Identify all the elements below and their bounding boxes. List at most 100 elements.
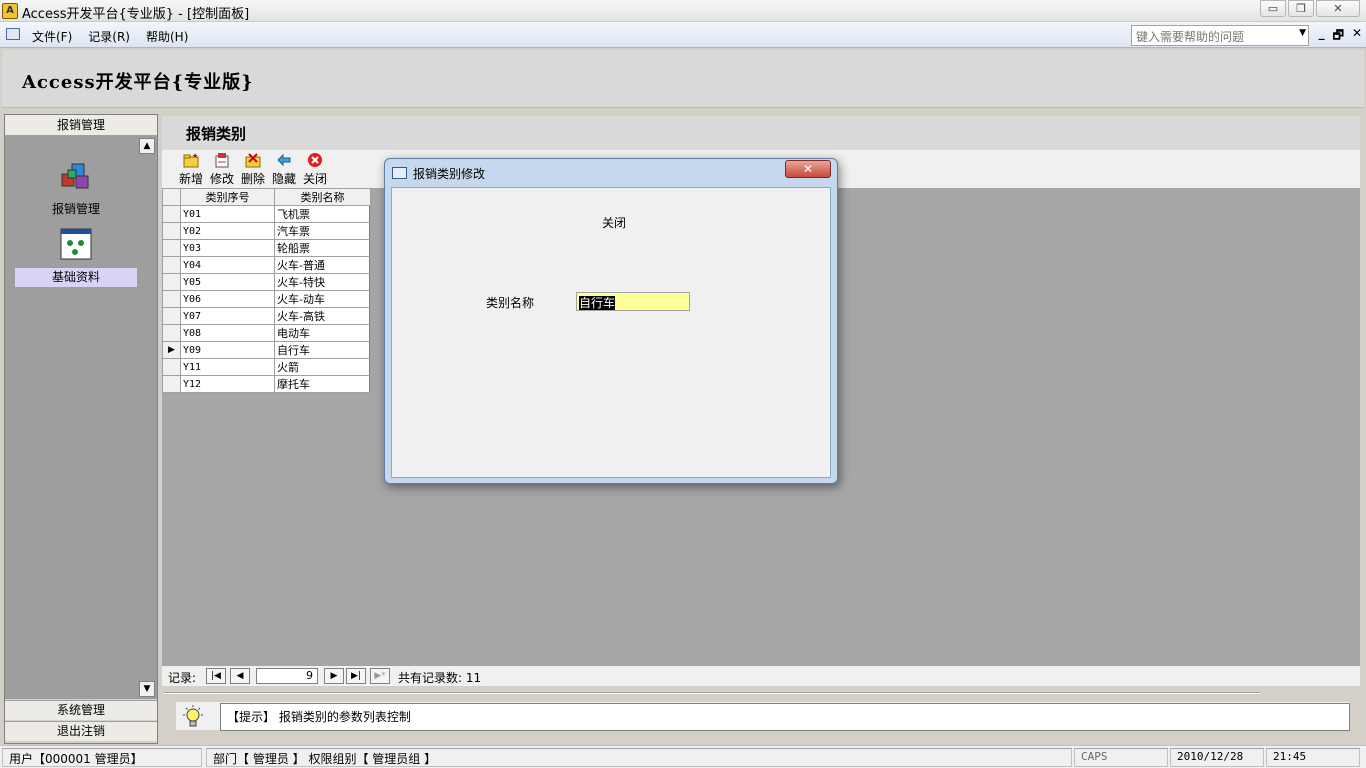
nav-section-expense[interactable]: 报销管理 [5,115,157,136]
row-selector[interactable] [162,290,181,308]
cell-name[interactable]: 汽车票 [274,222,371,240]
table-row[interactable]: Y05 火车-特快 [162,273,371,291]
cell-name[interactable]: 自行车 [274,341,371,359]
table-row[interactable]: Y01 飞机票 [162,205,371,223]
menu-record[interactable]: 记录(R) [88,28,130,45]
close-button-label: 关闭 [302,172,327,186]
table-row[interactable]: Y12 摩托车 [162,375,371,393]
left-nav: 报销管理 ▲ 报销管理 基础资料 ▼ 系统管理 退出注销 [4,114,158,744]
menu-help[interactable]: 帮助(H) [146,28,188,45]
cell-code[interactable]: Y03 [180,239,275,257]
cell-name[interactable]: 火箭 [274,358,371,376]
menu-file[interactable]: 文件(F) [32,28,72,45]
form-system-icon[interactable] [6,28,20,40]
row-selector[interactable] [162,205,181,223]
nav-item-expense[interactable]: 报销管理 [15,160,137,219]
cell-code[interactable]: Y05 [180,273,275,291]
maximize-button[interactable]: ❐ [1288,0,1314,17]
table-row[interactable]: Y06 火车-动车 [162,290,371,308]
cell-code[interactable]: Y02 [180,222,275,240]
add-button[interactable]: ★ 新增 [176,152,206,187]
table-row[interactable]: Y03 轮船票 [162,239,371,257]
divider [164,692,1260,694]
scroll-up-button[interactable]: ▲ [139,138,155,154]
last-record-button[interactable]: ▶| [346,668,366,684]
svg-text:★: ★ [192,152,198,160]
cubes-icon [60,160,92,192]
nav-section-logout[interactable]: 退出注销 [5,721,157,741]
table-row[interactable]: ▶ Y09 自行车 [162,341,371,359]
mdi-minimize-button[interactable]: _ [1319,26,1325,47]
category-name-value: 自行车 [579,296,616,310]
access-app-icon[interactable]: A [2,3,18,19]
edit-button-label: 修改 [209,172,234,186]
record-navigator: 记录: |◀ ◀ 9 ▶ ▶| ▶* 共有记录数: 11 [162,666,1360,686]
column-header-name[interactable]: 类别名称 [274,188,371,206]
delete-icon [245,152,261,168]
close-button[interactable]: 关闭 [300,152,330,187]
row-selector[interactable] [162,222,181,240]
next-record-button[interactable]: ▶ [324,668,344,684]
mdi-restore-button[interactable]: 🗗 [1333,26,1344,47]
table-row[interactable]: Y08 电动车 [162,324,371,342]
add-button-label: 新增 [178,172,203,186]
row-selector[interactable] [162,375,181,393]
cell-name[interactable]: 电动车 [274,324,371,342]
dialog-close-link[interactable]: 关闭 [602,214,626,231]
new-record-button[interactable]: ▶* [370,668,390,684]
table-row[interactable]: Y07 火车-高铁 [162,307,371,325]
row-selector[interactable] [162,324,181,342]
cell-name[interactable]: 火车-普通 [274,256,371,274]
mdi-close-button[interactable]: ✕ [1352,26,1362,47]
cell-code[interactable]: Y06 [180,290,275,308]
cell-code[interactable]: Y07 [180,307,275,325]
prev-record-button[interactable]: ◀ [230,668,250,684]
cell-name[interactable]: 火车-高铁 [274,307,371,325]
form-icon [392,167,407,179]
window-titlebar: A Access开发平台{专业版} - [控制面板] ▭ ❐ ✕ [0,0,1366,22]
cell-name[interactable]: 轮船票 [274,239,371,257]
chevron-down-icon[interactable]: ▼ [1299,28,1306,38]
row-selector-header[interactable] [162,188,181,206]
minimize-button[interactable]: ▭ [1260,0,1286,17]
row-selector[interactable] [162,273,181,291]
table-row[interactable]: Y02 汽车票 [162,222,371,240]
table-row[interactable]: Y11 火箭 [162,358,371,376]
cell-code[interactable]: Y08 [180,324,275,342]
nav-item-basic-data[interactable]: 基础资料 [15,228,137,287]
dialog-close-button[interactable]: ✕ [785,160,831,178]
cell-code[interactable]: Y09 [180,341,275,359]
category-name-input[interactable]: 自行车 [576,292,690,311]
edit-button[interactable]: 修改 [207,152,237,187]
window-controls: ▭ ❐ ✕ [1260,0,1360,18]
hide-button[interactable]: 隐藏 [269,152,299,187]
cell-code[interactable]: Y12 [180,375,275,393]
cell-name[interactable]: 火车-特快 [274,273,371,291]
cell-code[interactable]: Y04 [180,256,275,274]
dialog-title: 报销类别修改 [413,167,486,181]
cell-code[interactable]: Y01 [180,205,275,223]
column-header-code[interactable]: 类别序号 [180,188,275,206]
table-row[interactable]: Y04 火车-普通 [162,256,371,274]
edit-dialog: 报销类别修改 ✕ 关闭 类别名称 自行车 [384,158,838,484]
nav-body: ▲ 报销管理 基础资料 ▼ [5,136,157,699]
nav-item-label: 报销管理 [51,202,100,216]
row-selector[interactable] [162,307,181,325]
row-selector[interactable] [162,256,181,274]
delete-button[interactable]: 删除 [238,152,268,187]
close-window-button[interactable]: ✕ [1316,0,1360,17]
cell-name[interactable]: 飞机票 [274,205,371,223]
cell-code[interactable]: Y11 [180,358,275,376]
help-search-input[interactable]: 键入需要帮助的问题 ▼ [1131,25,1309,46]
nav-section-system[interactable]: 系统管理 [5,700,157,720]
first-record-button[interactable]: |◀ [206,668,226,684]
current-record-input[interactable]: 9 [256,668,318,684]
row-selector[interactable] [162,239,181,257]
help-search-placeholder: 键入需要帮助的问题 [1136,30,1245,44]
cell-name[interactable]: 火车-动车 [274,290,371,308]
row-selector[interactable] [162,358,181,376]
scroll-down-button[interactable]: ▼ [139,681,155,697]
cell-name[interactable]: 摩托车 [274,375,371,393]
row-selector[interactable]: ▶ [162,341,181,359]
status-bar: 用户【000001 管理员】 部门【 管理员 】 权限组别【 管理员组 】 CA… [0,745,1366,768]
